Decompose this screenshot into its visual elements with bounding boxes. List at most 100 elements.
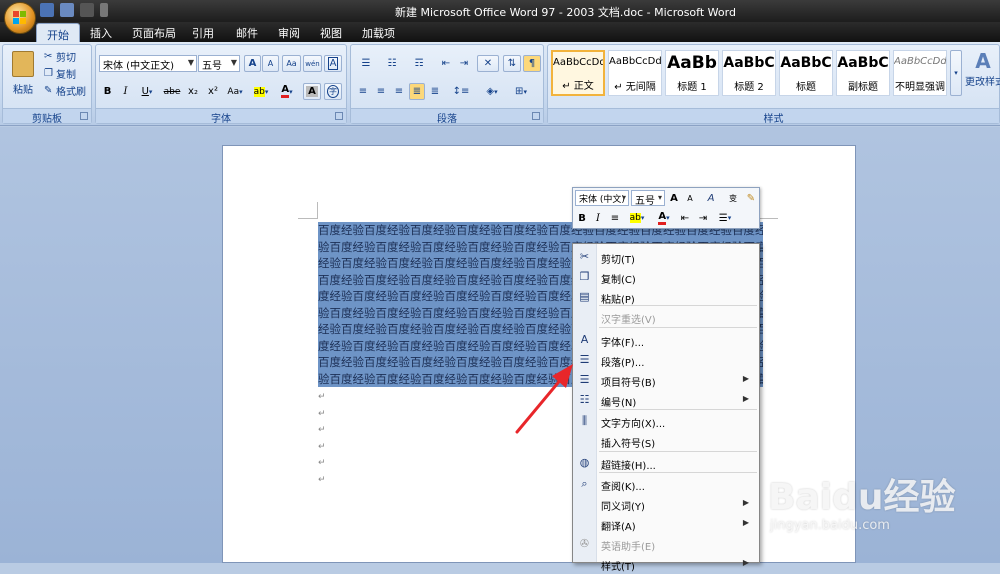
context-menu-item[interactable]: 样式(T) ▶ (573, 554, 759, 574)
justify-button[interactable]: ≣ (409, 83, 425, 100)
multilevel-list-button[interactable]: ☶ (407, 55, 431, 72)
mini-italic-button[interactable]: I (591, 210, 605, 226)
mini-decrease-indent-button[interactable]: ⇤ (677, 210, 693, 226)
font-color-button[interactable]: A ▾ (276, 83, 298, 100)
align-center-button[interactable]: ≡ (373, 83, 389, 100)
phonetic-icon: 变 (729, 193, 737, 203)
redo-icon[interactable] (80, 3, 94, 17)
format-painter-button[interactable]: ✎ 格式刷 (43, 82, 91, 99)
strikethrough-button[interactable]: abe (162, 83, 182, 100)
context-menu-item[interactable]: 同义词(Y) ▶ (573, 494, 759, 514)
mini-font-color-button[interactable]: A ▾ (653, 210, 675, 226)
context-menu-item[interactable]: ⌕ 查阅(K)... (573, 474, 759, 494)
style-preview: AaBbC (837, 55, 889, 71)
office-button[interactable] (4, 2, 36, 34)
style-title[interactable]: AaBbC 标题 (779, 50, 833, 96)
style-subtle-emphasis[interactable]: AaBbCcDd 不明显强调 (893, 50, 947, 96)
sort-button[interactable]: ⇅ (503, 55, 521, 72)
tab-references[interactable]: 引用 (192, 25, 214, 41)
paste-button[interactable]: 粘贴 (7, 49, 39, 105)
phonetic-guide-button[interactable]: wén (303, 55, 322, 72)
subscript-button[interactable]: x₂ (184, 83, 202, 100)
font-dialog-launcher[interactable] (335, 112, 343, 120)
context-menu-item[interactable]: ▤ 粘贴(P) (573, 287, 759, 307)
font-size-combo[interactable]: 五号 ▼ (198, 55, 240, 72)
borders-button[interactable]: ⊞ ▾ (507, 83, 535, 100)
bullets-button[interactable]: ☰ (355, 55, 377, 72)
context-menu-item[interactable]: ⫼ 文字方向(X)... (573, 411, 759, 431)
tab-insert[interactable]: 插入 (90, 25, 112, 41)
paragraph-dialog-launcher[interactable] (532, 112, 540, 120)
undo-icon[interactable] (60, 3, 74, 17)
style-heading-2[interactable]: AaBbC 标题 2 (722, 50, 776, 96)
style-normal[interactable]: AaBbCcDd ↵ 正文 (551, 50, 605, 96)
context-menu-item[interactable]: ◍ 超链接(H)... (573, 453, 759, 473)
highlight-button[interactable]: ab ▾ (249, 83, 273, 100)
shrink-font-button[interactable]: A (262, 55, 279, 72)
distribute-button[interactable]: ≣ (427, 83, 443, 100)
context-menu-item[interactable]: A 字体(F)... (573, 330, 759, 350)
highlight-icon: ab (629, 213, 641, 223)
char-shading-button[interactable]: A (303, 83, 321, 100)
grow-font-button[interactable]: A (244, 55, 261, 72)
mini-font-combo[interactable]: 宋体 (中文) ▾ (575, 190, 629, 206)
tab-page-layout[interactable]: 页面布局 (132, 25, 176, 41)
shading-button[interactable]: ◈ ▾ (479, 83, 505, 100)
mini-grow-font-button[interactable]: A (667, 190, 681, 206)
superscript-button[interactable]: x² (204, 83, 222, 100)
mini-styles-button[interactable]: A (701, 190, 721, 206)
mini-size-combo[interactable]: 五号 ▾ (631, 190, 665, 207)
decrease-indent-button[interactable]: ⇤ (437, 55, 455, 72)
lookup-icon: ⌕ (581, 477, 588, 490)
styles-scroll-button[interactable]: ▾ (950, 50, 962, 96)
mini-bullets-button[interactable]: ☰ ▾ (713, 210, 737, 226)
clipboard-dialog-launcher[interactable] (80, 112, 88, 120)
tab-review[interactable]: 审阅 (278, 25, 300, 41)
mini-shrink-font-button[interactable]: A (683, 190, 697, 206)
style-no-spacing[interactable]: AaBbCcDd ↵ 无间隔 (608, 50, 662, 96)
mini-center-button[interactable]: ≡ (607, 210, 623, 226)
copy-button[interactable]: ❐ 复制 (43, 65, 89, 82)
underline-button[interactable]: U ▾ (136, 83, 158, 100)
cut-button[interactable]: ✂ 剪切 (43, 48, 89, 65)
chevron-down-icon: ▾ (727, 214, 732, 222)
context-menu-item[interactable]: 插入符号(S) (573, 431, 759, 451)
context-menu-item[interactable]: ☰ 项目符号(B) ▶ (573, 370, 759, 390)
change-case-button[interactable]: Aa ▾ (224, 83, 246, 100)
tab-view[interactable]: 视图 (320, 25, 342, 41)
context-menu-item-label: 超链接(H)... (601, 461, 656, 472)
increase-indent-button[interactable]: ⇥ (455, 55, 473, 72)
style-heading-1[interactable]: AaBb 标题 1 (665, 50, 719, 96)
mini-increase-indent-button[interactable]: ⇥ (695, 210, 711, 226)
context-menu-item[interactable]: ☰ 段落(P)... (573, 350, 759, 370)
align-left-button[interactable]: ≡ (355, 83, 371, 100)
clear-format-button[interactable]: Aa (282, 55, 301, 72)
italic-button[interactable]: I (118, 83, 133, 100)
qat-dropdown-icon[interactable] (100, 3, 108, 17)
mini-format-painter-button[interactable]: ✎ (743, 190, 759, 206)
mini-phonetic-button[interactable]: 变 (725, 190, 741, 206)
mini-bold-button[interactable]: B (575, 210, 589, 226)
enclose-char-button[interactable]: 字 (324, 83, 342, 100)
style-subtitle[interactable]: AaBbC 副标题 (836, 50, 890, 96)
align-right-button[interactable]: ≡ (391, 83, 407, 100)
save-icon[interactable] (40, 3, 54, 17)
style-name: 标题 (796, 82, 816, 93)
context-menu-item[interactable]: ☷ 编号(N) ▶ (573, 390, 759, 410)
numbering-button[interactable]: ☷ (381, 55, 403, 72)
tab-home[interactable]: 开始 (36, 23, 80, 42)
chinese-layout-button[interactable]: ✕ (477, 55, 499, 72)
tab-mailings[interactable]: 邮件 (236, 25, 258, 41)
bold-button[interactable]: B (100, 83, 115, 100)
mini-highlight-button[interactable]: ab ▾ (625, 210, 649, 226)
context-menu-item[interactable]: ❐ 复制(C) (573, 267, 759, 287)
show-marks-button[interactable]: ¶ (523, 55, 541, 72)
context-menu-item[interactable]: 翻译(A) ▶ (573, 514, 759, 534)
tab-addins[interactable]: 加载项 (362, 25, 395, 41)
char-border-button[interactable]: A (324, 55, 342, 72)
line-spacing-button[interactable]: ↕≡ (449, 83, 473, 100)
change-styles-button[interactable]: A 更改样式 (965, 49, 1000, 105)
context-menu-item[interactable]: ✂ 剪切(T) (573, 247, 759, 267)
font-name-combo[interactable]: 宋体 (中文正文) ▼ (99, 55, 197, 72)
context-menu-item-label: 文字方向(X)... (601, 419, 666, 430)
